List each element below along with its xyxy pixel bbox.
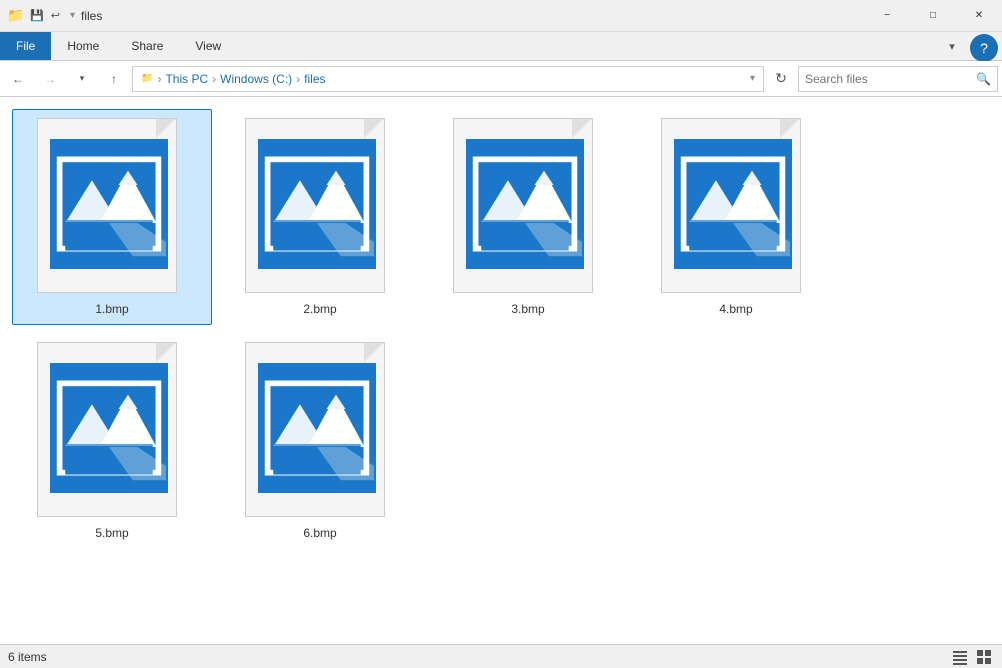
tab-home[interactable]: Home <box>51 32 115 60</box>
app-icon: 📁 <box>8 8 24 24</box>
file-item[interactable]: 3.bmp <box>428 109 628 325</box>
tab-view[interactable]: View <box>179 32 237 60</box>
page-fold-inner <box>572 119 591 138</box>
page-fold-inner <box>156 119 175 138</box>
breadcrumb: 📁 › This PC › Windows (C:) › files <box>141 72 326 86</box>
page-fold-inner <box>364 343 383 362</box>
status-bar: 6 items <box>0 644 1002 668</box>
file-thumbnail <box>37 342 187 522</box>
forward-button[interactable]: → <box>36 65 64 93</box>
path-files[interactable]: files <box>304 72 325 86</box>
minimize-button[interactable]: − <box>864 0 910 32</box>
up-button[interactable]: ↑ <box>100 65 128 93</box>
back-button[interactable]: ← <box>4 65 32 93</box>
large-icons-view-button[interactable] <box>974 647 994 667</box>
title-bar-separator: ▾ <box>70 10 75 21</box>
file-item[interactable]: 4.bmp <box>636 109 836 325</box>
bmp-icon-svg <box>676 141 790 267</box>
image-preview <box>674 139 792 269</box>
image-preview <box>50 139 168 269</box>
title-bar: 📁 💾 ↩ ▾ files − □ ✕ <box>0 0 1002 32</box>
files-area: 1.bmp <box>0 97 1002 644</box>
image-icon <box>260 141 374 267</box>
bmp-icon-svg <box>52 141 166 267</box>
page-body <box>37 342 177 517</box>
search-icon[interactable]: 🔍 <box>976 72 991 86</box>
page-body <box>37 118 177 293</box>
ribbon: File Home Share View ▾ ? <box>0 32 1002 61</box>
file-item[interactable]: 2.bmp <box>220 109 420 325</box>
page-fold-inner <box>364 119 383 138</box>
page-fold-inner <box>780 119 799 138</box>
address-path[interactable]: 📁 › This PC › Windows (C:) › files ▾ <box>132 66 764 92</box>
ribbon-expand-button[interactable]: ▾ <box>938 32 966 60</box>
address-bar: ← → ▾ ↑ 📁 › This PC › Windows (C:) › fil… <box>0 61 1002 97</box>
bmp-icon-svg <box>260 141 374 267</box>
tab-file[interactable]: File <box>0 32 51 60</box>
file-thumbnail <box>245 118 395 298</box>
image-icon <box>468 141 582 267</box>
details-view-button[interactable] <box>950 647 970 667</box>
this-pc-arrow: 📁 <box>141 73 153 84</box>
refresh-button[interactable]: ↻ <box>768 66 794 92</box>
image-icon <box>676 141 790 267</box>
details-view-icon <box>952 649 968 665</box>
image-preview <box>50 363 168 493</box>
title-bar-left: 📁 💾 ↩ ▾ files <box>8 8 102 24</box>
view-controls <box>950 647 994 667</box>
page-body <box>453 118 593 293</box>
image-icon <box>260 365 374 491</box>
search-box: 🔍 <box>798 66 998 92</box>
file-thumbnail <box>37 118 187 298</box>
ribbon-tabs: File Home Share View ▾ ? <box>0 32 1002 60</box>
file-item[interactable]: 5.bmp <box>12 333 212 549</box>
tab-share[interactable]: Share <box>115 32 179 60</box>
file-thumbnail <box>661 118 811 298</box>
page-fold-inner <box>156 343 175 362</box>
path-windows-c[interactable]: Windows (C:) <box>220 72 292 86</box>
file-item[interactable]: 6.bmp <box>220 333 420 549</box>
maximize-button[interactable]: □ <box>910 0 956 32</box>
window-controls: − □ ✕ <box>864 0 1002 32</box>
file-name: 5.bmp <box>95 526 128 540</box>
toolbar-save-icon[interactable]: 💾 <box>30 10 44 22</box>
image-preview <box>258 139 376 269</box>
file-thumbnail <box>245 342 395 522</box>
main-content: 1.bmp <box>0 97 1002 644</box>
bmp-icon-svg <box>260 365 374 491</box>
help-button[interactable]: ? <box>970 34 998 62</box>
image-preview <box>258 363 376 493</box>
close-button[interactable]: ✕ <box>956 0 1002 32</box>
file-name: 6.bmp <box>303 526 336 540</box>
bmp-icon-svg <box>468 141 582 267</box>
file-thumbnail <box>453 118 603 298</box>
recent-locations-button[interactable]: ▾ <box>68 65 96 93</box>
title-bar-toolbar: 💾 ↩ <box>30 9 64 22</box>
file-name: 1.bmp <box>95 302 128 316</box>
file-name: 3.bmp <box>511 302 544 316</box>
file-name: 4.bmp <box>719 302 752 316</box>
search-input[interactable] <box>805 72 976 86</box>
image-preview <box>466 139 584 269</box>
ribbon-spacer <box>237 32 938 60</box>
address-dropdown-arrow[interactable]: ▾ <box>750 73 755 84</box>
image-icon <box>52 365 166 491</box>
item-count: 6 items <box>8 650 47 664</box>
file-item[interactable]: 1.bmp <box>12 109 212 325</box>
page-body <box>245 342 385 517</box>
page-body <box>245 118 385 293</box>
path-this-pc[interactable]: This PC <box>165 72 208 86</box>
page-body <box>661 118 801 293</box>
toolbar-undo-icon[interactable]: ↩ <box>51 10 60 22</box>
bmp-icon-svg <box>52 365 166 491</box>
file-name: 2.bmp <box>303 302 336 316</box>
image-icon <box>52 141 166 267</box>
window-title: files <box>81 9 102 23</box>
large-icons-view-icon <box>976 649 992 665</box>
